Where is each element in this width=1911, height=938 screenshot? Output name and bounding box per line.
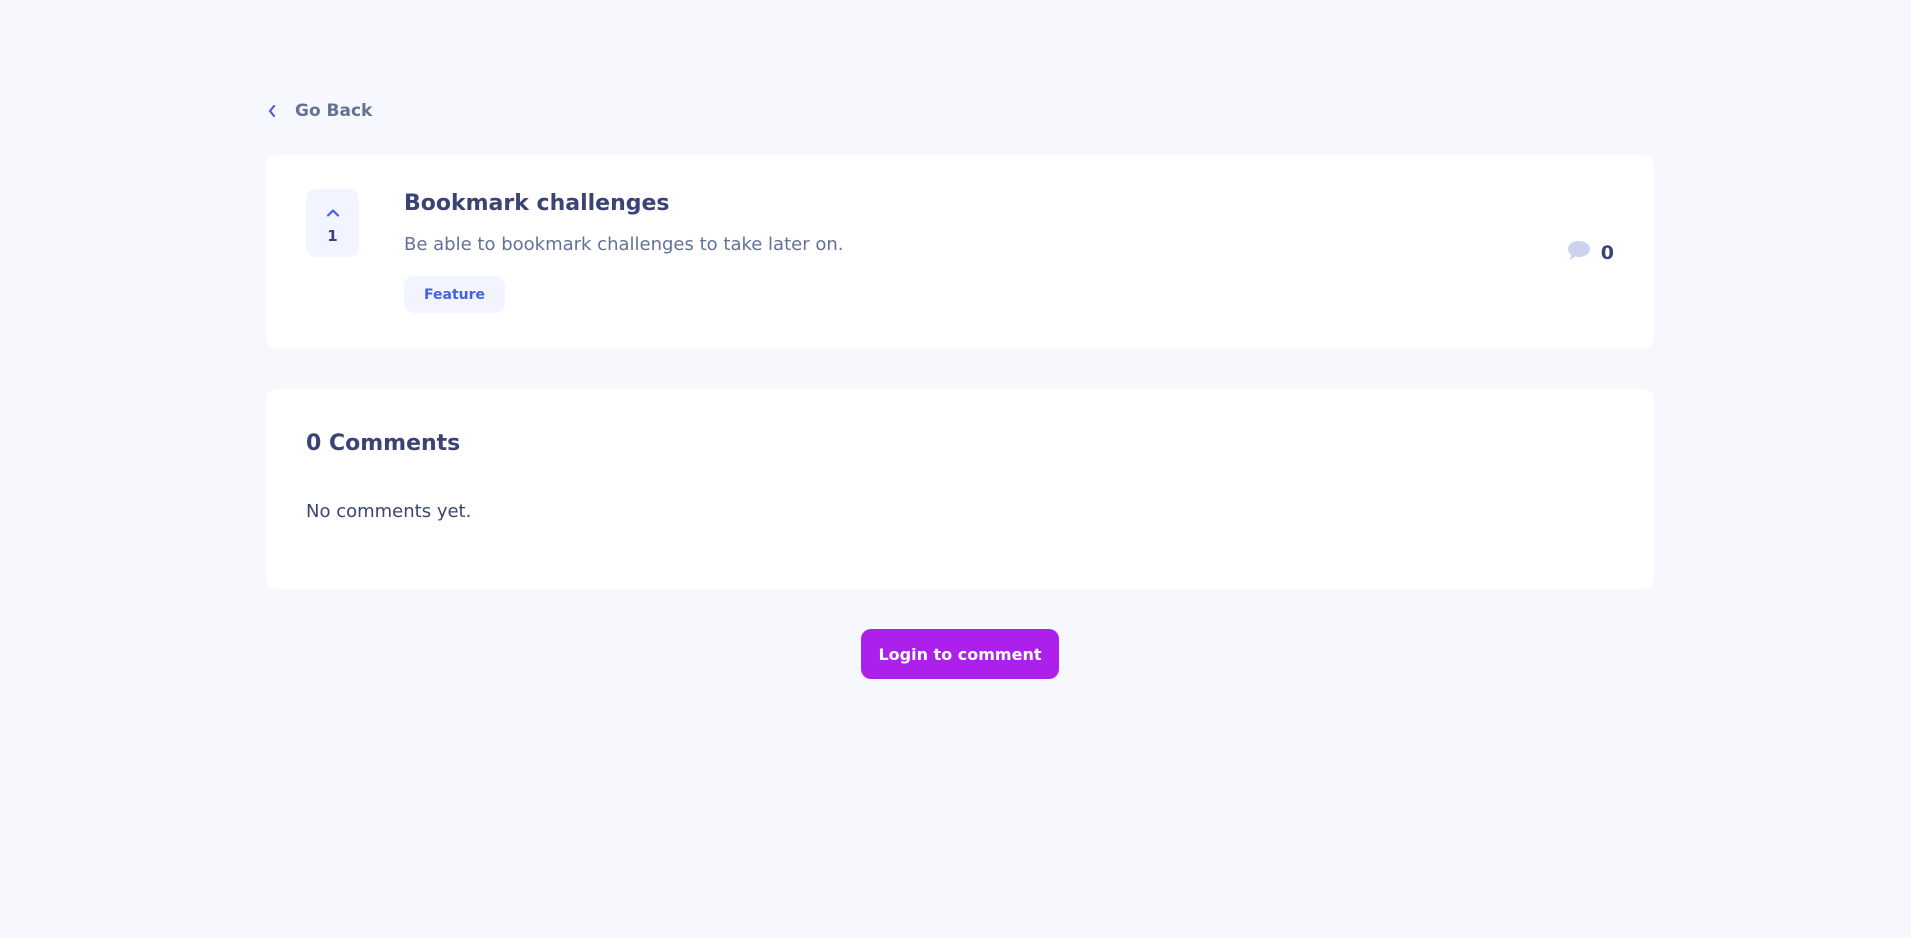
comment-count-number: 0 <box>1600 241 1614 264</box>
chevron-up-icon <box>326 202 339 221</box>
feedback-title: Bookmark challenges <box>404 191 670 216</box>
upvote-button[interactable]: 1 <box>306 189 359 257</box>
comment-bubble-icon <box>1567 240 1591 265</box>
feedback-card: 1 Bookmark challenges Be able to bookmar… <box>266 155 1654 348</box>
empty-comments-message: No comments yet. <box>306 501 472 522</box>
feedback-description: Be able to bookmark challenges to take l… <box>404 234 844 255</box>
comments-heading: 0 Comments <box>306 431 461 456</box>
login-to-comment-button[interactable]: Login to comment <box>861 629 1059 679</box>
comments-section: 0 Comments No comments yet. <box>266 389 1654 589</box>
comment-count: 0 <box>1567 240 1614 265</box>
upvote-count: 1 <box>327 227 338 245</box>
category-tag[interactable]: Feature <box>404 276 505 313</box>
go-back-link[interactable]: Go Back <box>266 97 372 125</box>
go-back-label: Go Back <box>295 101 373 121</box>
chevron-left-icon <box>266 105 278 117</box>
